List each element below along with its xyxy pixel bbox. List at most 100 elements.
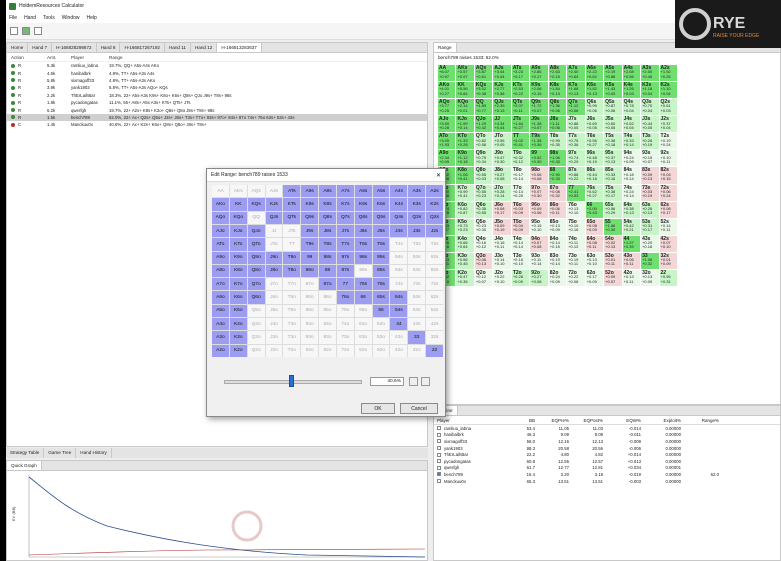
- range-cell[interactable]: KJo +1.99 +0.14: [456, 116, 474, 133]
- edit-range-cell[interactable]: 99: [301, 251, 319, 264]
- range-cell[interactable]: 76s +0.62 +0.27: [585, 184, 604, 201]
- range-cell[interactable]: KJs +2.77 +0.38: [493, 82, 511, 99]
- range-cell[interactable]: J9o +0.47 +0.30: [493, 150, 511, 167]
- hand-row[interactable]: R 4.6k hanibalbrk 4.8%, TT+ A5s-A3s A4s: [7, 69, 427, 76]
- tab-hand[interactable]: Hand 12: [191, 43, 218, 52]
- range-cell[interactable]: AQo +3.77 +0.25: [438, 99, 456, 116]
- edit-range-cell[interactable]: AJo: [212, 224, 229, 238]
- edit-range-cell[interactable]: K6s: [354, 198, 372, 211]
- range-cell[interactable]: 62o +0.17 +0.09: [585, 269, 604, 286]
- edit-range-cell[interactable]: 85o: [319, 304, 336, 318]
- run-icon[interactable]: [22, 27, 30, 35]
- range-cell[interactable]: JJ +4.34 +0.44: [493, 116, 511, 133]
- edit-range-cell[interactable]: Q2s: [426, 211, 443, 224]
- range-cell[interactable]: T8s +0.99 +0.35: [548, 133, 567, 150]
- range-cell[interactable]: 75s +0.38 +0.17: [604, 184, 622, 201]
- range-cell[interactable]: 63s +0.26 +0.13: [641, 201, 659, 218]
- range-cell[interactable]: 74s +0.24 +0.14: [622, 184, 641, 201]
- range-cell[interactable]: T7o +0.14 +0.25: [511, 184, 530, 201]
- range-cell[interactable]: Q5s +0.87 +0.06: [604, 99, 622, 116]
- edit-range-cell[interactable]: 73o: [336, 331, 354, 344]
- range-cell[interactable]: 84o +0.14 +0.15: [548, 235, 567, 252]
- edit-range-cell[interactable]: 64s: [390, 291, 408, 304]
- edit-range-cell[interactable]: QJo: [247, 224, 265, 238]
- close-icon[interactable]: ✕: [436, 172, 441, 179]
- edit-range-cell[interactable]: T6o: [283, 291, 301, 304]
- edit-range-cell[interactable]: T5o: [283, 304, 301, 318]
- edit-range-cell[interactable]: KQo: [229, 211, 247, 224]
- range-cell[interactable]: K4s +1.26 +0.03: [622, 82, 641, 99]
- edit-range-cell[interactable]: A9o: [212, 251, 229, 264]
- edit-range-cell[interactable]: J3o: [265, 331, 283, 344]
- stats-row[interactable]: sixmagoff33 58.0 12.16 12.13 -0.009 0.00000: [434, 438, 780, 445]
- edit-range-cell[interactable]: K4o: [229, 318, 247, 331]
- edit-range-cell[interactable]: 74s: [390, 278, 408, 291]
- edit-range-cell[interactable]: 54o: [372, 318, 390, 331]
- edit-range-cell[interactable]: 65s: [372, 291, 390, 304]
- range-cell[interactable]: KTs +2.53 +0.22: [511, 82, 530, 99]
- edit-range-cell[interactable]: KTo: [229, 238, 247, 251]
- range-cell[interactable]: 75o +0.10 +0.16: [567, 218, 585, 235]
- range-cell[interactable]: T3o +0.16 +0.10: [511, 252, 530, 269]
- stats-row[interactable]: hanibalbrk 46.3 9.09 9.08 -0.011 0.00000: [434, 432, 780, 439]
- edit-range-cell[interactable]: J8o: [265, 264, 283, 278]
- range-cell[interactable]: T5s +0.38 +0.18: [604, 133, 622, 150]
- range-cell[interactable]: 88 +2.90 +0.33: [548, 167, 567, 184]
- range-cell[interactable]: T2s +0.19 +0.24: [659, 133, 677, 150]
- edit-range-cell[interactable]: Q7s: [336, 211, 354, 224]
- edit-range-cell[interactable]: 86s: [354, 264, 372, 278]
- edit-range-cell[interactable]: T9s: [301, 238, 319, 251]
- range-cell[interactable]: K4o +0.66 +0.64: [456, 235, 474, 252]
- range-cell[interactable]: KTo +1.33 +0.28: [456, 133, 474, 150]
- tab-strategy-table[interactable]: Strategy Table: [6, 448, 45, 458]
- edit-range-cell[interactable]: 83o: [319, 331, 336, 344]
- edit-range-cell[interactable]: 44: [390, 318, 408, 331]
- edit-range-cell[interactable]: T4o: [283, 318, 301, 331]
- edit-range-cell[interactable]: A3s: [408, 185, 426, 198]
- edit-range-cell[interactable]: 62s: [426, 291, 443, 304]
- hand-row[interactable]: R 5.3k ramliuu_labna 19.7%, QQ+ A5s-A4s AKo: [7, 62, 427, 69]
- edit-range-cell[interactable]: Q8s: [319, 211, 336, 224]
- hand-row[interactable]: R 3.9k yank1903 5.8%, TT+ A5s-A3s AQo+ KQs: [7, 84, 427, 91]
- range-cell[interactable]: AJo +3.50 +0.28: [438, 116, 456, 133]
- range-cell[interactable]: Q6o +0.35 +0.55: [474, 201, 493, 218]
- edit-range-cell[interactable]: A8s: [319, 185, 336, 198]
- range-cell[interactable]: A6s +2.22 +0.62: [585, 65, 604, 82]
- range-slider-thumb[interactable]: [289, 375, 294, 387]
- tab-hand[interactable]: Hand 11: [165, 43, 191, 52]
- edit-range-cell[interactable]: AQo: [212, 211, 229, 224]
- edit-range-cell[interactable]: 82s: [426, 264, 443, 278]
- edit-range-cell[interactable]: 52o: [372, 344, 390, 357]
- edit-range-cell[interactable]: T9o: [283, 251, 301, 264]
- edit-range-cell[interactable]: Q4s: [390, 211, 408, 224]
- edit-range-cell[interactable]: Q6o: [247, 291, 265, 304]
- range-cell[interactable]: Q6s +0.99 +0.06: [585, 99, 604, 116]
- edit-range-cell[interactable]: K7o: [229, 278, 247, 291]
- edit-range-cell[interactable]: J9s: [301, 224, 319, 238]
- edit-range-cell[interactable]: A7o: [212, 278, 229, 291]
- range-cell[interactable]: QTo +0.82 +0.58: [474, 133, 493, 150]
- menu-item-window[interactable]: Window: [62, 15, 80, 21]
- cancel-button[interactable]: Cancel: [400, 403, 438, 414]
- edit-range-cell[interactable]: A5s: [372, 185, 390, 198]
- edit-range-cell[interactable]: J5o: [265, 304, 283, 318]
- range-cell[interactable]: Q7s +1.12 +0.06: [567, 99, 585, 116]
- range-cell[interactable]: 85o +0.13 +0.09: [548, 218, 567, 235]
- range-cell[interactable]: 97s +0.74 +0.29: [567, 150, 585, 167]
- range-cell[interactable]: T4o +0.14 +0.14: [511, 235, 530, 252]
- range-cell[interactable]: J9s +1.38 +0.07: [530, 116, 548, 133]
- edit-range-cell[interactable]: 83s: [408, 264, 426, 278]
- edit-range-cell[interactable]: T8o: [283, 264, 301, 278]
- edit-range-cell[interactable]: K9o: [229, 251, 247, 264]
- edit-range-cell[interactable]: 93o: [301, 331, 319, 344]
- edit-range-cell[interactable]: A8o: [212, 264, 229, 278]
- hand-row[interactable]: R 5.8k sixmagoff33 4.8%, TT+ A5s-A3s AKo: [7, 77, 427, 84]
- range-cell[interactable]: J7o +0.28 +0.14: [493, 184, 511, 201]
- edit-range-cell[interactable]: 53s: [408, 304, 426, 318]
- range-cell[interactable]: K9s +2.08 +0.15: [530, 82, 548, 99]
- range-cell[interactable]: 76o +0.13 +0.10: [567, 201, 585, 218]
- menu-item-file[interactable]: File: [9, 15, 17, 21]
- range-cell[interactable]: K2s +1.10 +0.04: [659, 82, 677, 99]
- range-cell[interactable]: K7s +1.68 +0.13: [567, 82, 585, 99]
- edit-range-cell[interactable]: T8s: [319, 238, 336, 251]
